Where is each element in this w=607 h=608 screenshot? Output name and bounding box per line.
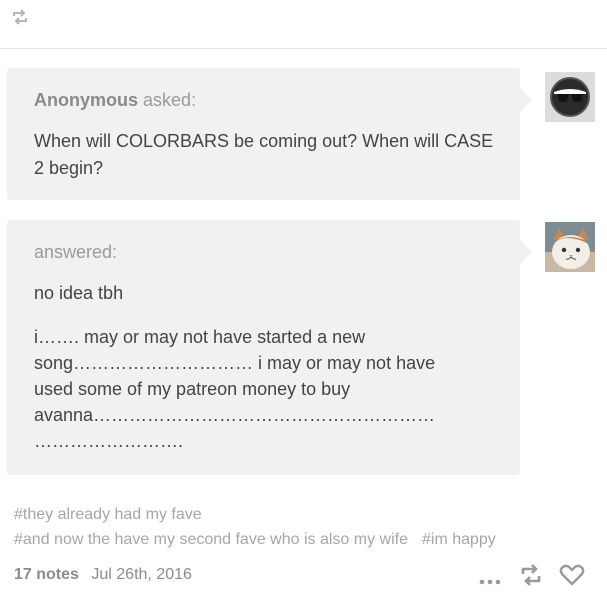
tag-link[interactable]: #and now the have my second fave who is … [14, 531, 408, 548]
post-tags: #they already had my fave #and now the h… [14, 502, 510, 552]
anonymous-sunglasses-icon [545, 72, 595, 122]
blogger-avatar[interactable] [545, 222, 595, 272]
reblog-icon[interactable] [519, 564, 543, 591]
asker-name[interactable]: Anonymous [34, 90, 138, 110]
heart-icon[interactable] [559, 564, 585, 591]
tag-link[interactable]: #they already had my fave [14, 506, 202, 523]
notes-count[interactable]: 17 notes [14, 566, 79, 583]
answer-text: i……. may or may not have started a new s… [34, 327, 436, 451]
question-text: When will COLORBARS be coming out? When … [34, 131, 494, 178]
asker-avatar[interactable] [545, 72, 595, 122]
tags-line-1: #they already had my fave [14, 502, 510, 527]
reblog-icon[interactable] [11, 9, 29, 25]
post-header [0, 0, 607, 49]
answer-first-line: no idea tbh [34, 283, 124, 303]
cat-avatar-image [545, 222, 595, 272]
post-date[interactable]: Jul 26th, 2016 [91, 566, 192, 583]
answered-label: answered: [34, 242, 118, 262]
post-actions [479, 564, 589, 588]
asked-label: asked: [143, 90, 197, 110]
answer-bubble: answered: no idea tbh i……. may or may no… [7, 220, 532, 475]
tags-line-2: #and now the have my second fave who is … [14, 527, 510, 552]
more-dots-icon[interactable] [479, 572, 501, 590]
tag-link[interactable]: #im happy [422, 531, 496, 548]
post-footer: 17 notes Jul 26th, 2016 [14, 566, 192, 584]
asker-line: Anonymous asked: [34, 90, 196, 111]
question-bubble: Anonymous asked: When will COLORBARS be … [7, 68, 532, 200]
